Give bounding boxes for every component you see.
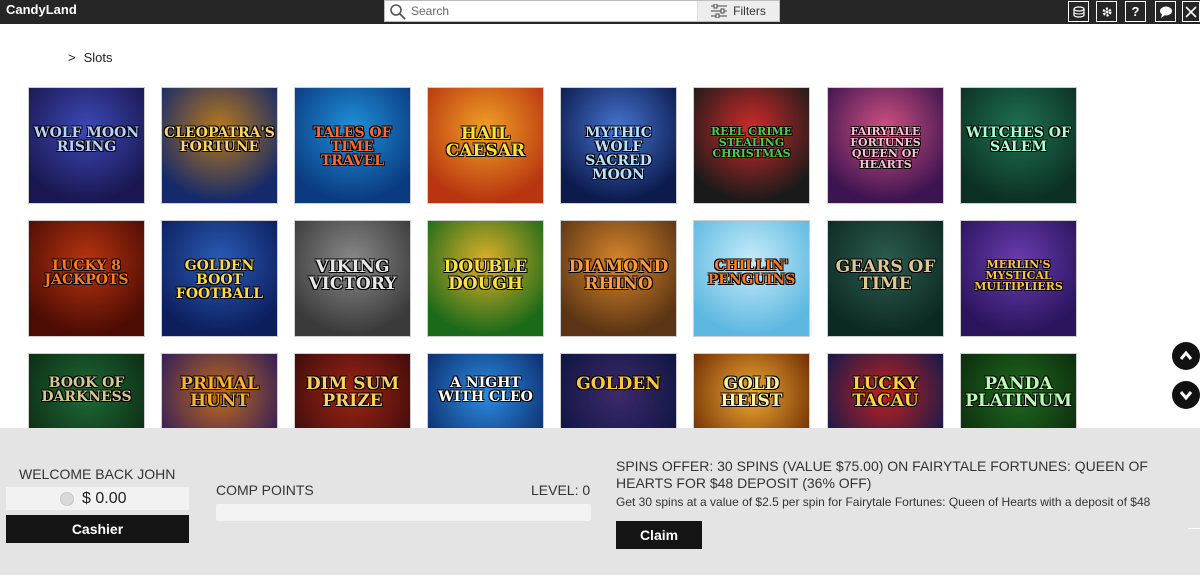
game-title: GOLDEN: [576, 374, 661, 394]
game-title: PANDA PLATINUM: [965, 374, 1072, 411]
game-tile[interactable]: FAIRYTALE FORTUNES QUEEN OF HEARTS: [827, 87, 944, 204]
player-panel: WELCOME BACK JOHN $ 0.00 Cashier COMP PO…: [0, 428, 1200, 575]
game-tile[interactable]: WOLF MOON RISING: [28, 87, 145, 204]
comp-points-label: COMP POINTS: [216, 482, 314, 498]
balance-display: $ 0.00: [6, 487, 189, 510]
game-title: LUCKY 8 JACKPOTS: [44, 258, 129, 288]
scroll-down-button[interactable]: [1172, 381, 1200, 409]
game-tile[interactable]: DOUBLE DOUGH: [427, 220, 544, 337]
game-tile[interactable]: DIAMOND RHINO: [560, 220, 677, 337]
game-title: A NIGHT WITH CLEO: [438, 375, 533, 405]
game-title: CLEOPATRA'S FORTUNE: [164, 125, 275, 155]
game-tile[interactable]: MYTHIC WOLF SACRED MOON: [560, 87, 677, 204]
filters-label: Filters: [733, 4, 766, 18]
close-icon: [1185, 5, 1197, 18]
help-icon: ?: [1131, 4, 1140, 19]
game-title: DOUBLE DOUGH: [443, 257, 528, 294]
game-title: LUCKY TACAU: [852, 374, 919, 411]
help-button[interactable]: ?: [1125, 1, 1146, 22]
filters-button[interactable]: Filters: [697, 1, 779, 21]
game-title: GOLD HEIST: [720, 374, 783, 411]
coins-button[interactable]: [1068, 1, 1089, 22]
claim-button[interactable]: Claim: [616, 521, 702, 549]
chevron-down-icon: [1179, 391, 1193, 401]
game-tile[interactable]: CLEOPATRA'S FORTUNE: [161, 87, 278, 204]
chat-icon: [1159, 6, 1172, 18]
game-title: WOLF MOON RISING: [33, 125, 140, 155]
coins-icon: [1072, 5, 1085, 18]
search-input[interactable]: [411, 2, 691, 20]
divider: [1188, 528, 1200, 529]
comp-points-progress-bar: [216, 504, 591, 521]
offer-description: Get 30 spins at a value of $2.5 per spin…: [616, 495, 1151, 509]
game-title: REEL CRIME STEALING CHRISTMAS: [710, 125, 793, 160]
scroll-up-button[interactable]: [1172, 342, 1200, 370]
top-bar: CandyLand Filters: [0, 0, 1200, 24]
breadcrumb-current[interactable]: Slots: [84, 50, 113, 65]
game-title: GEARS OF TIME: [835, 257, 936, 294]
game-title: PRIMAL HUNT: [180, 374, 259, 411]
close-button[interactable]: [1182, 1, 1200, 22]
game-title: CHILLIN' PENGUINS: [707, 258, 796, 288]
game-title: HAIL CAESAR: [445, 124, 526, 161]
search-box[interactable]: Filters: [384, 0, 780, 22]
search-icon: [390, 4, 406, 20]
game-title: BOOK OF DARKNESS: [41, 375, 132, 405]
game-tile[interactable]: CHILLIN' PENGUINS: [693, 220, 810, 337]
cashier-button[interactable]: Cashier: [6, 515, 189, 543]
game-title: MERLIN'S MYSTICAL MULTIPLIERS: [974, 258, 1063, 293]
casino-lobby: CandyLand Filters: [0, 0, 1200, 575]
filters-icon: [711, 4, 728, 18]
breadcrumb-separator: >: [68, 50, 76, 65]
game-tile[interactable]: VIKING VICTORY: [294, 220, 411, 337]
app-title: CandyLand: [6, 2, 77, 17]
game-tile[interactable]: GOLDEN BOOT FOOTBALL: [161, 220, 278, 337]
game-tile[interactable]: REEL CRIME STEALING CHRISTMAS: [693, 87, 810, 204]
game-title: DIM SUM PRIZE: [305, 374, 400, 411]
settings-button[interactable]: [1096, 1, 1117, 22]
game-title: GOLDEN BOOT FOOTBALL: [175, 258, 264, 302]
gear-icon: [1101, 6, 1112, 17]
game-tile[interactable]: LUCKY 8 JACKPOTS: [28, 220, 145, 337]
chat-button[interactable]: [1155, 1, 1176, 22]
game-tile[interactable]: GEARS OF TIME: [827, 220, 944, 337]
game-tile[interactable]: WITCHES OF SALEM: [960, 87, 1077, 204]
offer-title: SPINS OFFER: 30 SPINS (VALUE $75.00) ON …: [616, 458, 1148, 491]
breadcrumb: > Slots: [68, 50, 113, 65]
welcome-message: WELCOME BACK JOHN: [19, 466, 176, 482]
game-title: WITCHES OF SALEM: [966, 125, 1071, 155]
game-title: FAIRYTALE FORTUNES QUEEN OF HEARTS: [850, 125, 921, 171]
game-title: VIKING VICTORY: [308, 257, 397, 294]
game-tile[interactable]: TALES OF TIME TRAVEL: [294, 87, 411, 204]
level-label: LEVEL: 0: [531, 482, 591, 498]
game-title: DIAMOND RHINO: [568, 257, 669, 294]
game-tile[interactable]: HAIL CAESAR: [427, 87, 544, 204]
chevron-up-icon: [1179, 350, 1193, 360]
coin-icon: [60, 491, 74, 506]
game-title: TALES OF TIME TRAVEL: [313, 125, 392, 169]
game-tile[interactable]: MERLIN'S MYSTICAL MULTIPLIERS: [960, 220, 1077, 337]
balance-amount: $ 0.00: [82, 489, 127, 507]
game-title: MYTHIC WOLF SACRED MOON: [585, 125, 652, 183]
